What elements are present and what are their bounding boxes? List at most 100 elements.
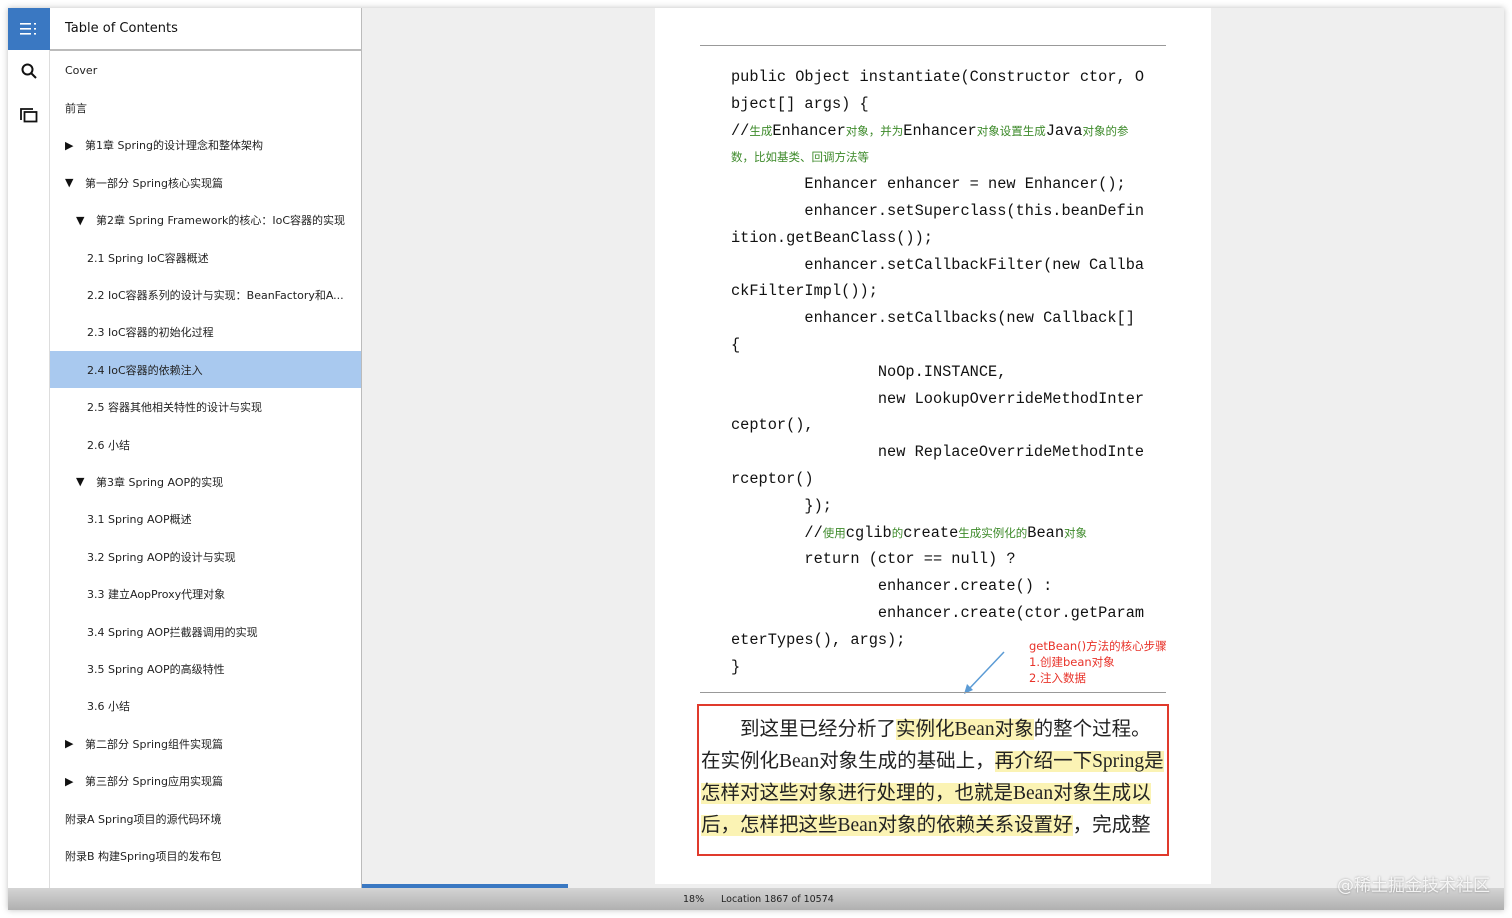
- expand-arrow-icon[interactable]: ▶: [65, 737, 85, 750]
- code-text: enhancer.create(ctor.getParam: [731, 603, 1145, 622]
- toc-item-label: 2.5 容器其他相关特性的设计与实现: [87, 401, 262, 415]
- book-page: public Object instantiate(Constructor ct…: [655, 8, 1211, 884]
- code-text: enhancer.create() :: [731, 577, 1053, 596]
- toc-item[interactable]: 2.6 小结: [50, 426, 361, 463]
- code-text: Enhancer: [903, 121, 977, 140]
- code-line: new ReplaceOverrideMethodInte: [731, 439, 1144, 466]
- code-comment: 的: [891, 525, 904, 540]
- code-text: ition.getBeanClass());: [731, 228, 933, 247]
- paragraph-line: 怎样对这些对象进行处理的，也就是Bean对象生成以: [701, 778, 1165, 810]
- toc-item[interactable]: 2.3 IoC容器的初始化过程: [50, 314, 361, 351]
- paragraph-line: 在实例化Bean对象生成的基础上，再介绍一下Spring是: [701, 746, 1165, 778]
- icon-rail: [8, 8, 50, 888]
- toc-item[interactable]: 3.1 Spring AOP概述: [50, 501, 361, 538]
- toc-item[interactable]: ▶ 第二部分 Spring组件实现篇: [50, 725, 361, 762]
- highlighted-paragraph[interactable]: 到这里已经分析了实例化Bean对象的整个过程。 在实例化Bean对象生成的基础上，…: [697, 704, 1169, 856]
- collapse-arrow-icon[interactable]: ▼: [65, 176, 85, 189]
- annotation-line: getBean()方法的核心步骤: [1029, 639, 1167, 653]
- toc-item[interactable]: 2.5 容器其他相关特性的设计与实现: [50, 389, 361, 426]
- annotation-note: getBean()方法的核心步骤 1.创建bean对象 2.注入数据: [1029, 638, 1167, 686]
- toc-item-label: 第三部分 Spring应用实现篇: [85, 775, 223, 789]
- expand-arrow-icon[interactable]: ▶: [65, 775, 85, 788]
- code-text: Enhancer enhancer = new Enhancer();: [731, 175, 1126, 194]
- toc-item-label: 第二部分 Spring组件实现篇: [85, 737, 223, 751]
- paragraph-line: 到这里已经分析了实例化Bean对象的整个过程。: [701, 714, 1165, 746]
- code-block: public Object instantiate(Constructor ct…: [731, 64, 1144, 680]
- body-text: 在实例化Bean对象生成的基础上，: [701, 751, 995, 772]
- toc-list-icon: [20, 23, 36, 35]
- toc-item[interactable]: 3.6 小结: [50, 688, 361, 725]
- collapse-arrow-icon[interactable]: ▼: [76, 475, 96, 488]
- table-of-contents-panel: Table of Contents Cover 前言 ▶ 第1章 Spring的设计理…: [50, 8, 362, 888]
- progress-percent: 18%: [683, 894, 705, 905]
- code-bottom-rule: [700, 692, 1166, 693]
- code-line: enhancer.create() :: [731, 573, 1144, 600]
- toc-item-label: 3.5 Spring AOP的高级特性: [87, 662, 225, 676]
- expand-arrow-icon[interactable]: ▶: [65, 139, 85, 152]
- code-text: return (ctor == null) ?: [731, 550, 1016, 569]
- code-text: Java: [1045, 121, 1083, 140]
- code-comment: 对象设置生成: [976, 123, 1046, 138]
- toc-item[interactable]: 3.3 建立AopProxy代理对象: [50, 576, 361, 613]
- code-line: 数，比如基类、回调方法等: [731, 144, 1144, 171]
- code-line: //使用cglib的create生成实例化的Bean对象: [731, 520, 1144, 547]
- code-text: });: [731, 496, 832, 515]
- toc-item[interactable]: 3.4 Spring AOP拦截器调用的实现: [50, 613, 361, 650]
- toc-toggle-button[interactable]: [8, 8, 50, 50]
- toc-item-label: 前言: [65, 101, 87, 115]
- toc-item-label: 2.1 Spring IoC容器概述: [87, 251, 209, 265]
- code-line: enhancer.setSuperclass(this.beanDefin: [731, 198, 1144, 225]
- toc-item-label: 3.2 Spring AOP的设计与实现: [87, 550, 236, 564]
- toc-item[interactable]: 2.4 IoC容器的依赖注入: [50, 351, 361, 389]
- toc-item[interactable]: 前言: [50, 89, 361, 126]
- code-line: enhancer.create(ctor.getParam: [731, 600, 1144, 627]
- code-text: Bean: [1027, 523, 1064, 542]
- toc-item[interactable]: ▼ 第一部分 Spring核心实现篇: [50, 164, 361, 201]
- toc-item-label: 2.4 IoC容器的依赖注入: [87, 363, 203, 377]
- toc-item[interactable]: 附录B 构建Spring项目的发布包: [50, 837, 361, 874]
- reading-area: public Object instantiate(Constructor ct…: [362, 8, 1504, 888]
- toc-item-label: 2.6 小结: [87, 438, 130, 452]
- code-text: ceptor(),: [731, 416, 814, 435]
- highlighted-text: 实例化Bean对象: [896, 719, 1034, 740]
- toc-item[interactable]: 2.1 Spring IoC容器概述: [50, 239, 361, 276]
- toc-item[interactable]: ▶ 第三部分 Spring应用实现篇: [50, 763, 361, 800]
- toc-item[interactable]: 3.2 Spring AOP的设计与实现: [50, 538, 361, 575]
- toc-item-label: 3.1 Spring AOP概述: [87, 513, 192, 527]
- code-comment: 数，比如基类、回调方法等: [731, 150, 869, 165]
- toc-item[interactable]: ▼ 第2章 Spring Framework的核心：IoC容器的实现: [50, 202, 361, 239]
- code-line: ckFilterImpl());: [731, 278, 1144, 305]
- toc-item[interactable]: ▼ 第3章 Spring AOP的实现: [50, 463, 361, 500]
- toc-title: Table of Contents: [50, 8, 361, 51]
- annotation-line: 1.创建bean对象: [1029, 655, 1115, 669]
- toc-item[interactable]: ▶ 第1章 Spring的设计理念和整体架构: [50, 127, 361, 164]
- toc-item-label: 附录B 构建Spring项目的发布包: [65, 849, 222, 863]
- watermark: @稀土掘金技术社区: [1337, 876, 1490, 896]
- toc-item[interactable]: 3.5 Spring AOP的高级特性: [50, 650, 361, 687]
- collapse-arrow-icon[interactable]: ▼: [76, 214, 96, 227]
- code-line: enhancer.setCallbackFilter(new Callba: [731, 252, 1144, 279]
- code-text: ckFilterImpl());: [731, 282, 878, 301]
- kindle-reader-window: Table of Contents Cover 前言 ▶ 第1章 Spring的设计理…: [8, 8, 1504, 910]
- search-button[interactable]: [8, 50, 50, 92]
- highlighted-text: 怎样对这些对象进行处理的，也就是Bean对象生成以: [701, 783, 1151, 804]
- code-text: enhancer.setSuperclass(this.beanDefin: [731, 201, 1145, 220]
- toc-item[interactable]: Cover: [50, 52, 361, 89]
- toc-item-label: 2.3 IoC容器的初始化过程: [87, 326, 214, 340]
- toc-item-label: 第一部分 Spring核心实现篇: [85, 176, 223, 190]
- code-text: public Object instantiate(Constructor ct…: [731, 68, 1145, 86]
- toc-item[interactable]: 附录A Spring项目的源代码环境: [50, 800, 361, 837]
- toc-item[interactable]: 2.2 IoC容器系列的设计与实现：BeanFactory和A...: [50, 276, 361, 313]
- code-line: Enhancer enhancer = new Enhancer();: [731, 171, 1144, 198]
- highlighted-text: 再介绍一下Spring是: [994, 751, 1164, 772]
- code-text: {: [731, 335, 741, 354]
- code-line: NoOp.INSTANCE,: [731, 359, 1144, 386]
- code-text: cglib: [845, 523, 892, 542]
- search-icon: [21, 63, 37, 79]
- code-line: });: [731, 493, 1144, 520]
- pages-icon: [20, 108, 38, 123]
- code-line: {: [731, 332, 1144, 359]
- page-flip-button[interactable]: [8, 94, 50, 136]
- toc-item-label: 2.2 IoC容器系列的设计与实现：BeanFactory和A...: [87, 288, 344, 302]
- annotation-line: 2.注入数据: [1029, 671, 1086, 685]
